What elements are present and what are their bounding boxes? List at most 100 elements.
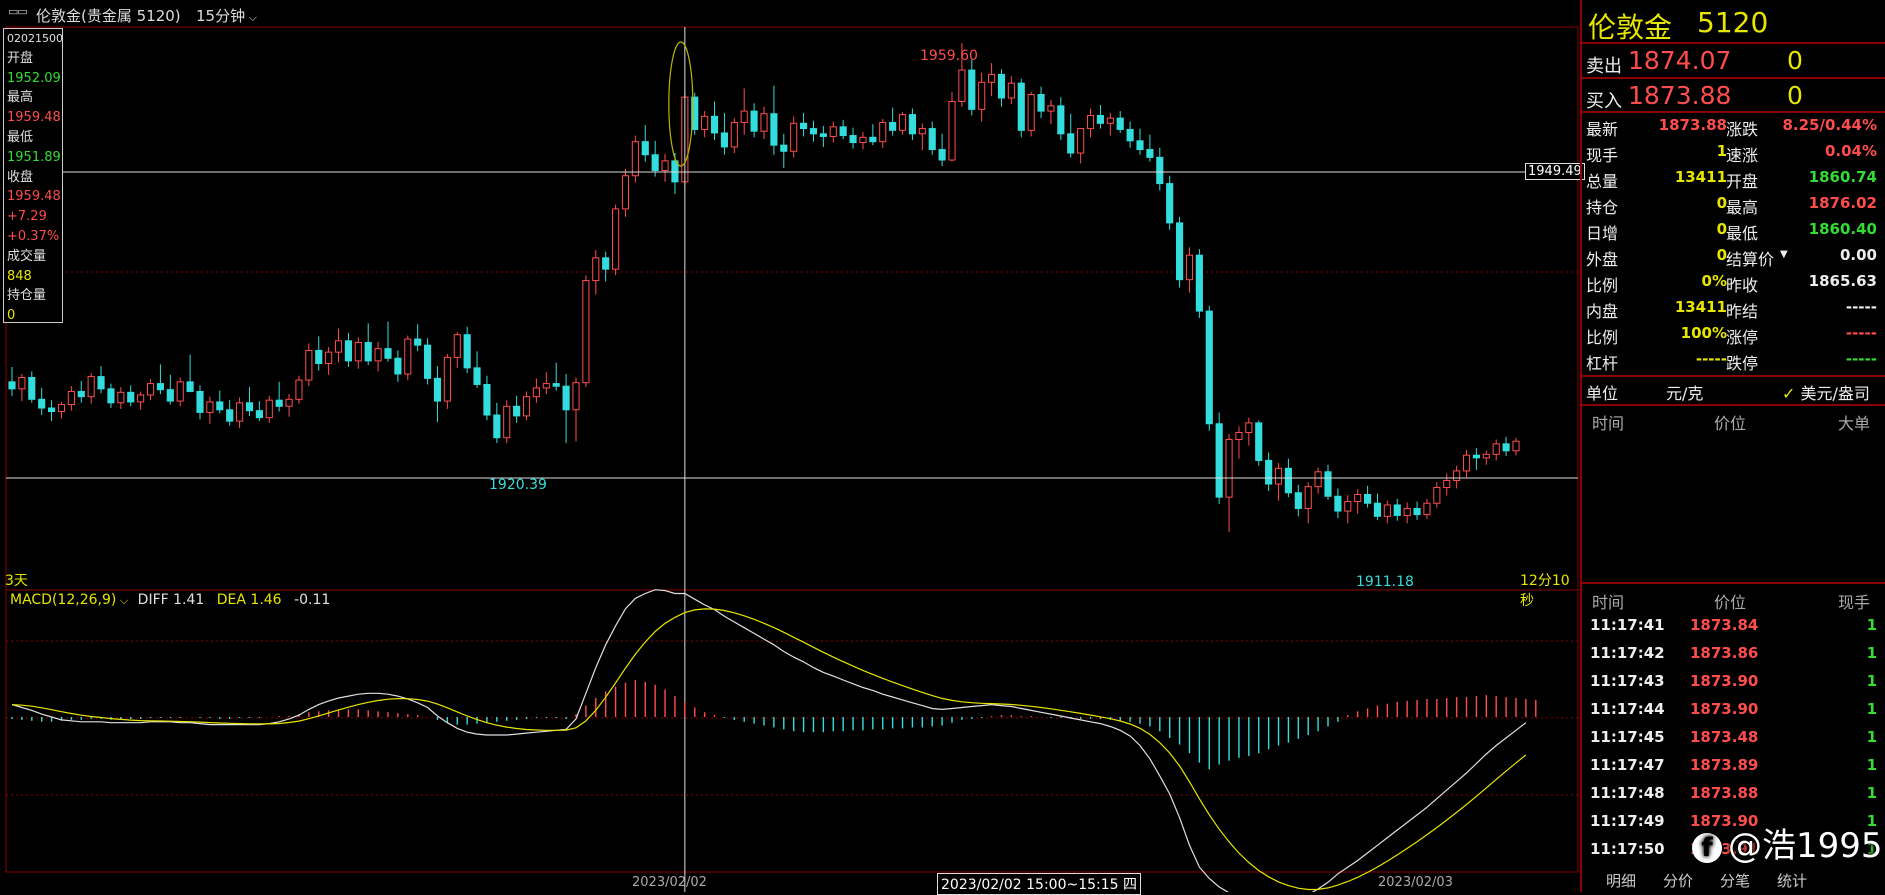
candle-body: [176, 381, 184, 402]
dea-label: DEA: [216, 592, 246, 608]
candle-body: [730, 121, 738, 148]
candle-body: [67, 390, 75, 406]
tick-row[interactable]: 11:17:41 1873.84 1: [1582, 612, 1885, 640]
tick-volume: 1: [1866, 728, 1877, 746]
period-selector[interactable]: 15分钟 ⌵: [196, 5, 257, 26]
candle-body: [1096, 114, 1104, 124]
candle-body: [1265, 459, 1273, 485]
title-bar: ▭▭ 伦敦金(贵金属 5120) 15分钟 ⌵: [0, 0, 1580, 28]
macd-chevron-icon[interactable]: ⌵: [116, 594, 131, 607]
candle-body: [898, 114, 907, 131]
macd-params[interactable]: MACD(12,26,9): [10, 592, 116, 608]
candle-body: [651, 154, 659, 171]
candle-body: [206, 401, 214, 413]
tick-row[interactable]: 11:17:47 1873.89 1: [1582, 752, 1885, 780]
unit-value[interactable]: 元/克: [1666, 380, 1703, 404]
countdown-label: 12分10秒: [1520, 573, 1570, 609]
buy-volume: 0: [1787, 81, 1803, 110]
tab-3[interactable]: 统计: [1777, 870, 1807, 891]
quote-row: 内盘 13411 昨结 -----: [1582, 295, 1885, 321]
range-label[interactable]: 3天: [5, 570, 28, 590]
candle-body: [1037, 94, 1045, 112]
quote-row: 现手 1 速涨 0.04%: [1582, 139, 1885, 165]
candle-body: [1255, 422, 1263, 461]
candle-body: [1314, 471, 1322, 488]
candle-body: [166, 389, 174, 402]
instrument-name: 伦敦金: [1588, 11, 1673, 44]
quote-label: 结算价: [1726, 250, 1775, 269]
tick-volume: 1: [1866, 644, 1877, 662]
tick-time: 11:17:48: [1590, 784, 1665, 802]
tick-row[interactable]: 11:17:43 1873.90 1: [1582, 668, 1885, 696]
candle-body: [661, 160, 669, 171]
candle-body: [1383, 504, 1391, 517]
high-marker-label: 1959.60: [920, 48, 978, 64]
candle-body: [1215, 423, 1223, 498]
quote-value: -----: [1845, 324, 1877, 342]
candle-body: [819, 133, 827, 137]
tick-price: 1873.90: [1690, 672, 1759, 690]
candle-body: [463, 334, 471, 369]
bar-info-box: 02021500 开盘 1952.09 最高 1959.48 最低 1951.8…: [3, 28, 63, 323]
candlestick-chart[interactable]: [0, 0, 1580, 892]
candle-body: [38, 398, 46, 409]
candle-body: [1126, 128, 1134, 142]
tick-row[interactable]: 11:17:45 1873.48 1: [1582, 724, 1885, 752]
quote-value: 8.25/0.44%: [1782, 116, 1877, 134]
candle-body: [137, 394, 145, 403]
candle-body: [1146, 149, 1154, 158]
candle-body: [582, 280, 590, 384]
quote-value: 0.00: [1839, 246, 1877, 264]
high-value: 1959.48: [7, 110, 61, 126]
tick-time: 11:17:42: [1590, 644, 1665, 662]
candle-body: [453, 334, 461, 358]
quote-label: 最新: [1586, 120, 1619, 139]
candle-body: [522, 396, 531, 417]
candle-body: [997, 73, 1006, 99]
candle-body: [1156, 156, 1164, 185]
quote-value: -----: [1845, 350, 1877, 368]
candle-body: [1225, 438, 1233, 498]
candle-body: [1077, 128, 1085, 154]
candle-body: [572, 382, 580, 411]
macd-value: -0.11: [294, 592, 331, 608]
candle-body: [107, 388, 115, 404]
candle-body: [1472, 454, 1480, 459]
candle-body: [8, 381, 16, 390]
oi-label: 持仓量: [7, 288, 47, 304]
watermark: f @浩1995: [1692, 818, 1883, 867]
buy-label: 买入: [1586, 91, 1622, 112]
candle-body: [1047, 105, 1055, 112]
candle-body: [216, 401, 224, 411]
candle-body: [562, 385, 570, 411]
tick-row[interactable]: 11:17:44 1873.90 1: [1582, 696, 1885, 724]
quote-label: 昨收: [1726, 276, 1759, 295]
tab-1[interactable]: 分价: [1663, 870, 1693, 891]
period-label: 15分钟: [196, 7, 246, 25]
tab-0[interactable]: 明细: [1606, 870, 1636, 891]
candle-body: [1195, 254, 1203, 312]
quote-value: 1860.74: [1808, 168, 1877, 186]
quote-row: 持仓 0 最高 1876.02: [1582, 191, 1885, 217]
watermark-text: @浩1995: [1728, 826, 1883, 866]
candle-body: [374, 348, 382, 362]
candle-body: [542, 383, 550, 389]
sell-label: 卖出: [1586, 56, 1622, 77]
tick-time: 11:17:44: [1590, 700, 1665, 718]
chart-area[interactable]: ▭▭ 伦敦金(贵金属 5120) 15分钟 ⌵ 02021500 开盘 1952…: [0, 0, 1585, 895]
candle-body: [503, 405, 511, 439]
candle-body: [1067, 133, 1075, 154]
tick-price: 1873.89: [1690, 756, 1759, 774]
quote-label: 比例: [1586, 276, 1619, 295]
quote-label: 外盘: [1586, 250, 1619, 269]
chevron-down-icon[interactable]: ▼: [1780, 249, 1788, 260]
tick-row[interactable]: 11:17:42 1873.86 1: [1582, 640, 1885, 668]
tick-row[interactable]: 11:17:48 1873.88 1: [1582, 780, 1885, 808]
unit-alt-toggle[interactable]: ✓ 美元/盎司: [1782, 380, 1870, 404]
tab-2[interactable]: 分笔: [1720, 870, 1750, 891]
sell-row[interactable]: 卖出 1874.07 0: [1582, 44, 1885, 78]
candle-body: [1423, 502, 1431, 516]
candle-body: [1235, 431, 1243, 440]
window-menu-icon[interactable]: ▭▭: [8, 5, 28, 18]
buy-row[interactable]: 买入 1873.88 0: [1582, 79, 1885, 113]
